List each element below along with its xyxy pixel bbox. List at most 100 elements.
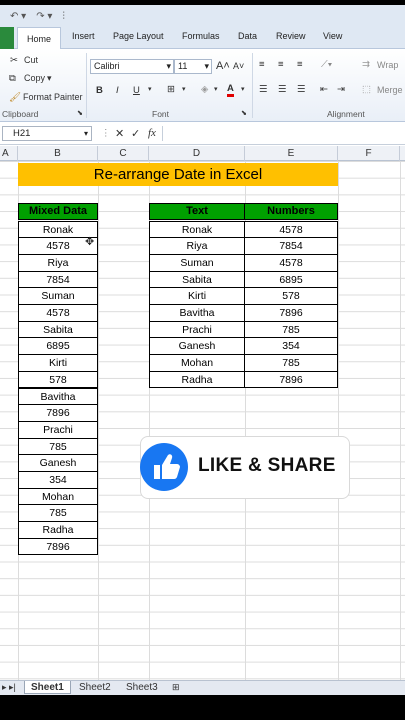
numbers-cell[interactable]: 4578 xyxy=(244,220,338,239)
numbers-cell[interactable]: 578 xyxy=(244,287,338,305)
customize-qat-icon[interactable]: ⫶ xyxy=(62,11,65,22)
mixed-data-cell[interactable]: Bavitha xyxy=(18,387,98,406)
tab-view[interactable]: View xyxy=(323,31,342,41)
numbers-cell[interactable]: 785 xyxy=(244,354,338,372)
column-header-f[interactable]: F xyxy=(338,146,400,161)
mixed-data-cell[interactable]: 7854 xyxy=(18,270,98,289)
insert-sheet-icon[interactable]: ⊞ xyxy=(172,681,180,694)
mixed-data-cell[interactable]: Mohan xyxy=(18,487,98,506)
mixed-data-cell[interactable]: 785 xyxy=(18,437,98,456)
align-middle-icon[interactable]: ≡ xyxy=(278,59,284,70)
file-tab[interactable] xyxy=(0,27,14,49)
tab-review[interactable]: Review xyxy=(276,31,306,41)
formula-input[interactable] xyxy=(162,126,405,141)
cut-button[interactable]: Cut xyxy=(24,55,38,65)
text-column-header[interactable]: Text xyxy=(149,203,245,220)
clipboard-launcher-icon[interactable]: ⬊ xyxy=(77,109,83,117)
align-right-icon[interactable]: ☰ xyxy=(297,84,306,95)
font-color-icon[interactable]: A xyxy=(227,83,234,97)
tab-home[interactable]: Home xyxy=(17,27,61,50)
wrap-text-button[interactable]: Wrap xyxy=(377,60,398,70)
mixed-data-cell[interactable]: Ganesh xyxy=(18,454,98,472)
numbers-column-header[interactable]: Numbers xyxy=(244,203,338,220)
mixed-data-cell[interactable]: 354 xyxy=(18,471,98,489)
text-cell[interactable]: Kirti xyxy=(149,287,245,305)
italic-button[interactable]: I xyxy=(116,85,119,96)
text-cell[interactable]: Prachi xyxy=(149,320,245,339)
mixed-data-cell[interactable]: Kirti xyxy=(18,354,98,372)
text-cell[interactable]: Sabita xyxy=(149,270,245,289)
enter-icon[interactable]: ✓ xyxy=(131,127,140,140)
sheet-title-banner[interactable]: Re-arrange Date in Excel xyxy=(18,163,338,186)
text-cell[interactable]: Bavitha xyxy=(149,304,245,322)
numbers-cell[interactable]: 6895 xyxy=(244,270,338,289)
align-top-icon[interactable]: ≡ xyxy=(259,59,265,70)
mixed-data-cell[interactable]: 4578 xyxy=(18,304,98,322)
copy-button[interactable]: Copy xyxy=(24,73,45,83)
tab-formulas[interactable]: Formulas xyxy=(182,31,220,41)
shrink-font-icon[interactable]: A˅ xyxy=(233,61,244,71)
column-header-a[interactable]: A xyxy=(0,146,18,161)
numbers-cell[interactable]: 7896 xyxy=(244,304,338,322)
sheet-tab-1[interactable]: Sheet1 xyxy=(24,681,71,694)
align-center-icon[interactable]: ☰ xyxy=(278,84,287,95)
column-header-c[interactable]: C xyxy=(98,146,149,161)
format-painter-button[interactable]: Format Painter xyxy=(23,92,83,102)
column-header-b[interactable]: B xyxy=(18,146,98,161)
fill-color-icon[interactable]: ◈ xyxy=(201,84,208,95)
grow-font-icon[interactable]: A˄ xyxy=(216,60,230,72)
column-header-d[interactable]: D xyxy=(149,146,245,161)
tab-insert[interactable]: Insert xyxy=(72,31,95,41)
align-left-icon[interactable]: ☰ xyxy=(259,84,268,95)
font-launcher-icon[interactable]: ⬊ xyxy=(241,109,247,117)
numbers-cell[interactable]: 785 xyxy=(244,320,338,339)
text-cell[interactable]: Riya xyxy=(149,237,245,255)
mixed-data-cell[interactable]: Radha xyxy=(18,521,98,539)
numbers-cell[interactable]: 7896 xyxy=(244,370,338,389)
mixed-data-cell[interactable]: Prachi xyxy=(18,420,98,439)
undo-icon[interactable]: ↶ ▾ xyxy=(10,11,26,22)
fill-dropdown-icon[interactable]: ▾ xyxy=(214,85,218,93)
column-header-e[interactable]: E xyxy=(245,146,338,161)
underline-button[interactable]: U xyxy=(133,85,140,96)
mixed-data-cell[interactable]: 578 xyxy=(18,370,98,389)
font-size-select[interactable]: 11 ▾ xyxy=(174,59,212,74)
orientation-icon[interactable]: ⟋▾ xyxy=(321,59,332,70)
resize-handle-icon[interactable]: ⋮ xyxy=(101,128,111,139)
decrease-indent-icon[interactable]: ⇤ xyxy=(320,84,328,95)
mixed-data-cell[interactable]: 785 xyxy=(18,504,98,523)
mixed-data-header[interactable]: Mixed Data xyxy=(18,203,98,220)
sheet-tab-3[interactable]: Sheet3 xyxy=(126,681,158,694)
text-cell[interactable]: Mohan xyxy=(149,354,245,372)
mixed-data-cell[interactable]: 7896 xyxy=(18,537,98,556)
mixed-data-cell[interactable]: 6895 xyxy=(18,337,98,356)
merge-button[interactable]: Merge xyxy=(377,85,403,95)
redo-icon[interactable]: ↷ ▾ xyxy=(36,11,52,22)
tab-data[interactable]: Data xyxy=(238,31,257,41)
mixed-data-cell[interactable]: Sabita xyxy=(18,320,98,339)
mixed-data-cell[interactable]: 7896 xyxy=(18,404,98,422)
copy-dropdown-icon[interactable]: ▾ xyxy=(47,73,52,84)
text-cell[interactable]: Ronak xyxy=(149,220,245,239)
numbers-cell[interactable]: 7854 xyxy=(244,237,338,255)
align-bottom-icon[interactable]: ≡ xyxy=(297,59,303,70)
numbers-cell[interactable]: 354 xyxy=(244,337,338,356)
sheet-tab-2[interactable]: Sheet2 xyxy=(79,681,111,694)
name-box[interactable]: H21 ▾ xyxy=(2,126,92,141)
mixed-data-cell[interactable]: Suman xyxy=(18,287,98,305)
text-cell[interactable]: Radha xyxy=(149,370,245,389)
font-name-select[interactable]: Calibri ▾ xyxy=(90,59,174,74)
underline-dropdown-icon[interactable]: ▾ xyxy=(148,85,152,93)
borders-icon[interactable]: ⊞ xyxy=(167,84,175,95)
insert-function-button[interactable]: fx xyxy=(148,127,156,139)
numbers-cell[interactable]: 4578 xyxy=(244,253,338,272)
mixed-data-cell[interactable]: Riya xyxy=(18,253,98,272)
tab-scroll-prev-icon[interactable]: ▸ ▸| xyxy=(2,681,16,694)
cancel-icon[interactable]: ✕ xyxy=(115,127,124,140)
text-cell[interactable]: Suman xyxy=(149,253,245,272)
bold-button[interactable]: B xyxy=(96,85,103,96)
font-color-dropdown-icon[interactable]: ▾ xyxy=(241,85,245,93)
borders-dropdown-icon[interactable]: ▾ xyxy=(182,85,186,93)
text-cell[interactable]: Ganesh xyxy=(149,337,245,356)
tab-page-layout[interactable]: Page Layout xyxy=(113,31,164,41)
